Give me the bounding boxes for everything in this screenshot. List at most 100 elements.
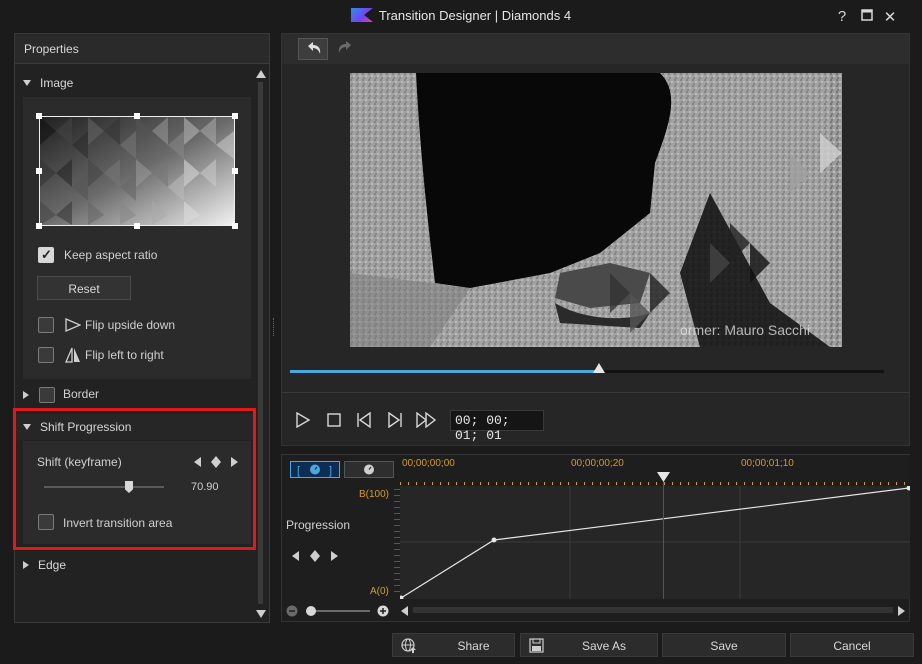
zoom-slider-thumb[interactable]	[306, 606, 316, 616]
flip-horizontal-icon	[65, 347, 80, 363]
axis-top-label: B(100)	[359, 489, 390, 500]
axis-bottom-label: A(0)	[370, 586, 389, 597]
resize-handle[interactable]	[134, 113, 140, 119]
preview-frame-image: ormer: Mauro Sacchi	[350, 73, 842, 347]
resize-handle[interactable]	[232, 168, 238, 174]
share-label: Share	[457, 639, 490, 653]
share-button[interactable]: Share	[392, 633, 515, 657]
keep-aspect-ratio-checkbox[interactable]	[38, 247, 54, 263]
previous-frame-icon[interactable]	[355, 412, 373, 428]
flip-left-to-right-checkbox[interactable]	[38, 347, 54, 363]
preview-seekbar[interactable]	[290, 363, 884, 373]
title-bar: Transition Designer | Diamonds 4 ? ✕	[0, 0, 922, 32]
time-mode-button[interactable]	[344, 461, 394, 478]
ruler-tick-label: 00;00;01;10	[741, 458, 794, 469]
timeline-playhead[interactable]	[663, 478, 664, 599]
next-frame-icon[interactable]	[386, 412, 404, 428]
scroll-down-icon[interactable]	[256, 610, 266, 618]
resize-handle[interactable]	[134, 223, 140, 229]
window-title-text: Transition Designer | Diamonds 4	[378, 8, 572, 23]
image-section-title: Image	[40, 76, 74, 90]
zoom-in-icon[interactable]	[377, 605, 389, 617]
panel-splitter[interactable]	[273, 318, 276, 336]
svg-text:[: [	[297, 465, 300, 477]
scroll-right-icon[interactable]	[898, 606, 906, 616]
keyframe-mode-button[interactable]: []	[290, 461, 340, 478]
diamond-pattern-image	[40, 117, 234, 225]
add-keyframe-icon[interactable]	[310, 550, 320, 562]
keyframe-clock-icon: []	[297, 464, 332, 477]
progression-track-label: Progression	[286, 518, 351, 532]
redo-button[interactable]	[332, 38, 362, 60]
scroll-left-icon[interactable]	[401, 606, 409, 616]
undo-icon	[308, 42, 321, 54]
timeline-ruler[interactable]: 00;00;00;00 00;00;00;20 00;00;01;10	[400, 455, 910, 486]
help-button[interactable]: ?	[832, 8, 852, 25]
ruler-tick-label: 00;00;00;00	[402, 458, 455, 469]
timeline-mode-bar: []	[282, 455, 399, 485]
flip-vertical-icon	[65, 318, 81, 332]
keyframe-graph[interactable]	[398, 485, 912, 601]
image-section-header[interactable]: Image	[15, 70, 253, 96]
save-as-label: Save As	[581, 639, 627, 653]
properties-scrollbar[interactable]	[255, 70, 267, 620]
save-button[interactable]: Save	[662, 633, 786, 657]
zoom-out-icon[interactable]	[286, 605, 298, 617]
timecode-display[interactable]: 00; 00; 01; 01	[450, 410, 544, 443]
timeline-hscroll[interactable]	[413, 607, 893, 613]
ruler-ticks	[400, 482, 910, 485]
resize-handle[interactable]	[36, 113, 42, 119]
properties-header: Properties	[15, 34, 269, 64]
flip-upside-down-label: Flip upside down	[85, 318, 176, 332]
image-section-body: Keep aspect ratio Reset Flip upside down…	[23, 97, 251, 379]
edit-toolbar	[282, 34, 909, 64]
next-keyframe-icon[interactable]	[331, 551, 339, 561]
redo-icon	[338, 41, 351, 53]
keep-aspect-ratio-label: Keep aspect ratio	[64, 248, 158, 262]
prev-keyframe-icon[interactable]	[292, 551, 300, 561]
expand-icon	[23, 391, 29, 399]
keyframe-point[interactable]	[491, 537, 497, 543]
zoom-slider[interactable]	[306, 606, 370, 616]
progression-curve	[398, 485, 912, 601]
flip-left-to-right-label: Flip left to right	[85, 348, 164, 362]
border-checkbox[interactable]	[39, 387, 55, 403]
resize-handle[interactable]	[36, 223, 42, 229]
edge-section-header[interactable]: Edge	[15, 552, 253, 578]
collapse-icon	[23, 80, 31, 86]
stop-icon[interactable]	[326, 412, 342, 428]
maximize-button[interactable]	[857, 8, 877, 25]
timeline-zoom-bar	[282, 601, 909, 621]
mask-image-thumbnail[interactable]	[36, 113, 238, 229]
scrollbar-thumb[interactable]	[258, 82, 263, 604]
border-section-title: Border	[63, 387, 100, 401]
cancel-button[interactable]: Cancel	[790, 633, 914, 657]
divider	[282, 392, 909, 393]
keyframe-point[interactable]	[398, 595, 404, 601]
watermark-text: ormer: Mauro Sacchi	[680, 322, 810, 338]
expand-icon	[23, 561, 29, 569]
ruler-tick-label: 00;00;00;20	[571, 458, 624, 469]
clock-icon	[364, 464, 374, 475]
keyframe-point[interactable]	[906, 485, 912, 491]
globe-upload-icon	[401, 638, 416, 653]
edge-section-title: Edge	[38, 558, 67, 572]
scroll-up-icon[interactable]	[256, 70, 266, 78]
app-logo-icon	[350, 8, 373, 22]
maximize-icon	[861, 9, 873, 21]
window-title: Transition Designer | Diamonds 4	[0, 8, 922, 23]
video-preview: ormer: Mauro Sacchi	[350, 73, 842, 347]
resize-handle[interactable]	[36, 168, 42, 174]
fast-forward-icon[interactable]	[416, 412, 438, 428]
play-icon[interactable]	[295, 412, 311, 428]
resize-handle[interactable]	[232, 223, 238, 229]
reset-button[interactable]: Reset	[37, 276, 131, 300]
resize-handle[interactable]	[232, 113, 238, 119]
save-disk-icon	[529, 638, 544, 653]
save-as-button[interactable]: Save As	[520, 633, 658, 657]
undo-button[interactable]	[298, 38, 328, 60]
close-button[interactable]: ✕	[880, 8, 900, 26]
flip-upside-down-checkbox[interactable]	[38, 317, 54, 333]
svg-text:]: ]	[329, 465, 332, 477]
seekbar-progress	[290, 370, 599, 373]
